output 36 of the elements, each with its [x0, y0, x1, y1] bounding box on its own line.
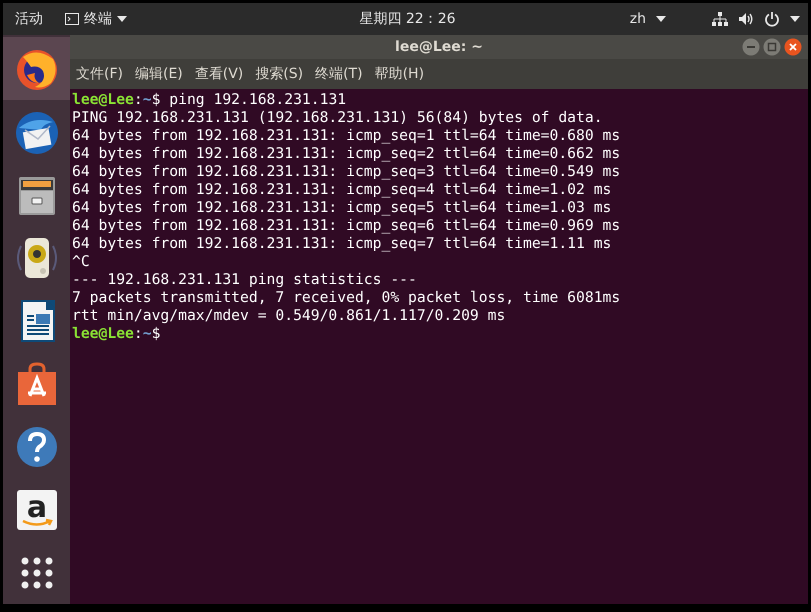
- volume-icon[interactable]: [738, 11, 754, 27]
- terminal-line: rtt min/avg/max/mdev = 0.549/0.861/1.117/0.209 ms: [72, 307, 506, 325]
- terminal-line: PING 192.168.231.131 (192.168.231.131) 56(84) bytes of data.: [72, 109, 603, 127]
- menu-item[interactable]: 帮助(H): [374, 65, 424, 83]
- app-menu[interactable]: 终端: [84, 10, 112, 28]
- caret-icon[interactable]: [790, 16, 800, 22]
- terminal-line: lee@Lee:~$: [72, 325, 160, 343]
- terminal-line: 64 bytes from 192.168.231.131: icmp_seq=2 ttl=64 time=0.662 ms: [72, 145, 620, 163]
- caret-icon[interactable]: [656, 16, 666, 22]
- dock-item[interactable]: [3, 37, 70, 100]
- terminal-line: 64 bytes from 192.168.231.131: icmp_seq=3 ttl=64 time=0.549 ms: [72, 163, 620, 181]
- menu-item[interactable]: 文件(F): [76, 65, 123, 83]
- caret-icon[interactable]: [117, 16, 127, 22]
- input-method-menu[interactable]: zh: [630, 11, 646, 27]
- terminal-line: lee@Lee:~$ ping 192.168.231.131: [72, 91, 346, 109]
- activities-button[interactable]: 活动: [15, 10, 43, 28]
- menu-item[interactable]: 查看(V): [194, 65, 244, 83]
- menu-item[interactable]: 编辑(E): [134, 65, 183, 83]
- terminal-icon: [65, 13, 79, 25]
- terminal-line: 64 bytes from 192.168.231.131: icmp_seq=7 ttl=64 time=1.11 ms: [72, 235, 612, 253]
- terminal-line: 64 bytes from 192.168.231.131: icmp_seq=4 ttl=64 time=1.02 ms: [72, 181, 612, 199]
- menu-item[interactable]: 搜索(S): [255, 65, 304, 83]
- terminal-line: 64 bytes from 192.168.231.131: icmp_seq=1 ttl=64 time=0.680 ms: [72, 127, 620, 145]
- close-button[interactable]: [784, 38, 802, 56]
- menu-item[interactable]: 终端(T): [315, 65, 363, 83]
- terminal-line: 64 bytes from 192.168.231.131: icmp_seq=6 ttl=64 time=0.969 ms: [72, 217, 620, 235]
- network-icon[interactable]: [712, 11, 728, 27]
- terminal-line: --- 192.168.231.131 ping statistics ---: [72, 271, 417, 289]
- dock-item[interactable]: a: [3, 478, 70, 541]
- power-icon[interactable]: [764, 11, 780, 27]
- window-title: lee@Lee: ~: [395, 39, 483, 55]
- terminal-line: ^C: [72, 253, 90, 271]
- minimize-button[interactable]: [742, 38, 760, 56]
- terminal-line: 64 bytes from 192.168.231.131: icmp_seq=5 ttl=64 time=1.03 ms: [72, 199, 612, 217]
- terminal-line: 7 packets transmitted, 7 received, 0% packet loss, time 6081ms: [72, 289, 620, 307]
- clock[interactable]: 星期四 22：26: [315, 10, 500, 28]
